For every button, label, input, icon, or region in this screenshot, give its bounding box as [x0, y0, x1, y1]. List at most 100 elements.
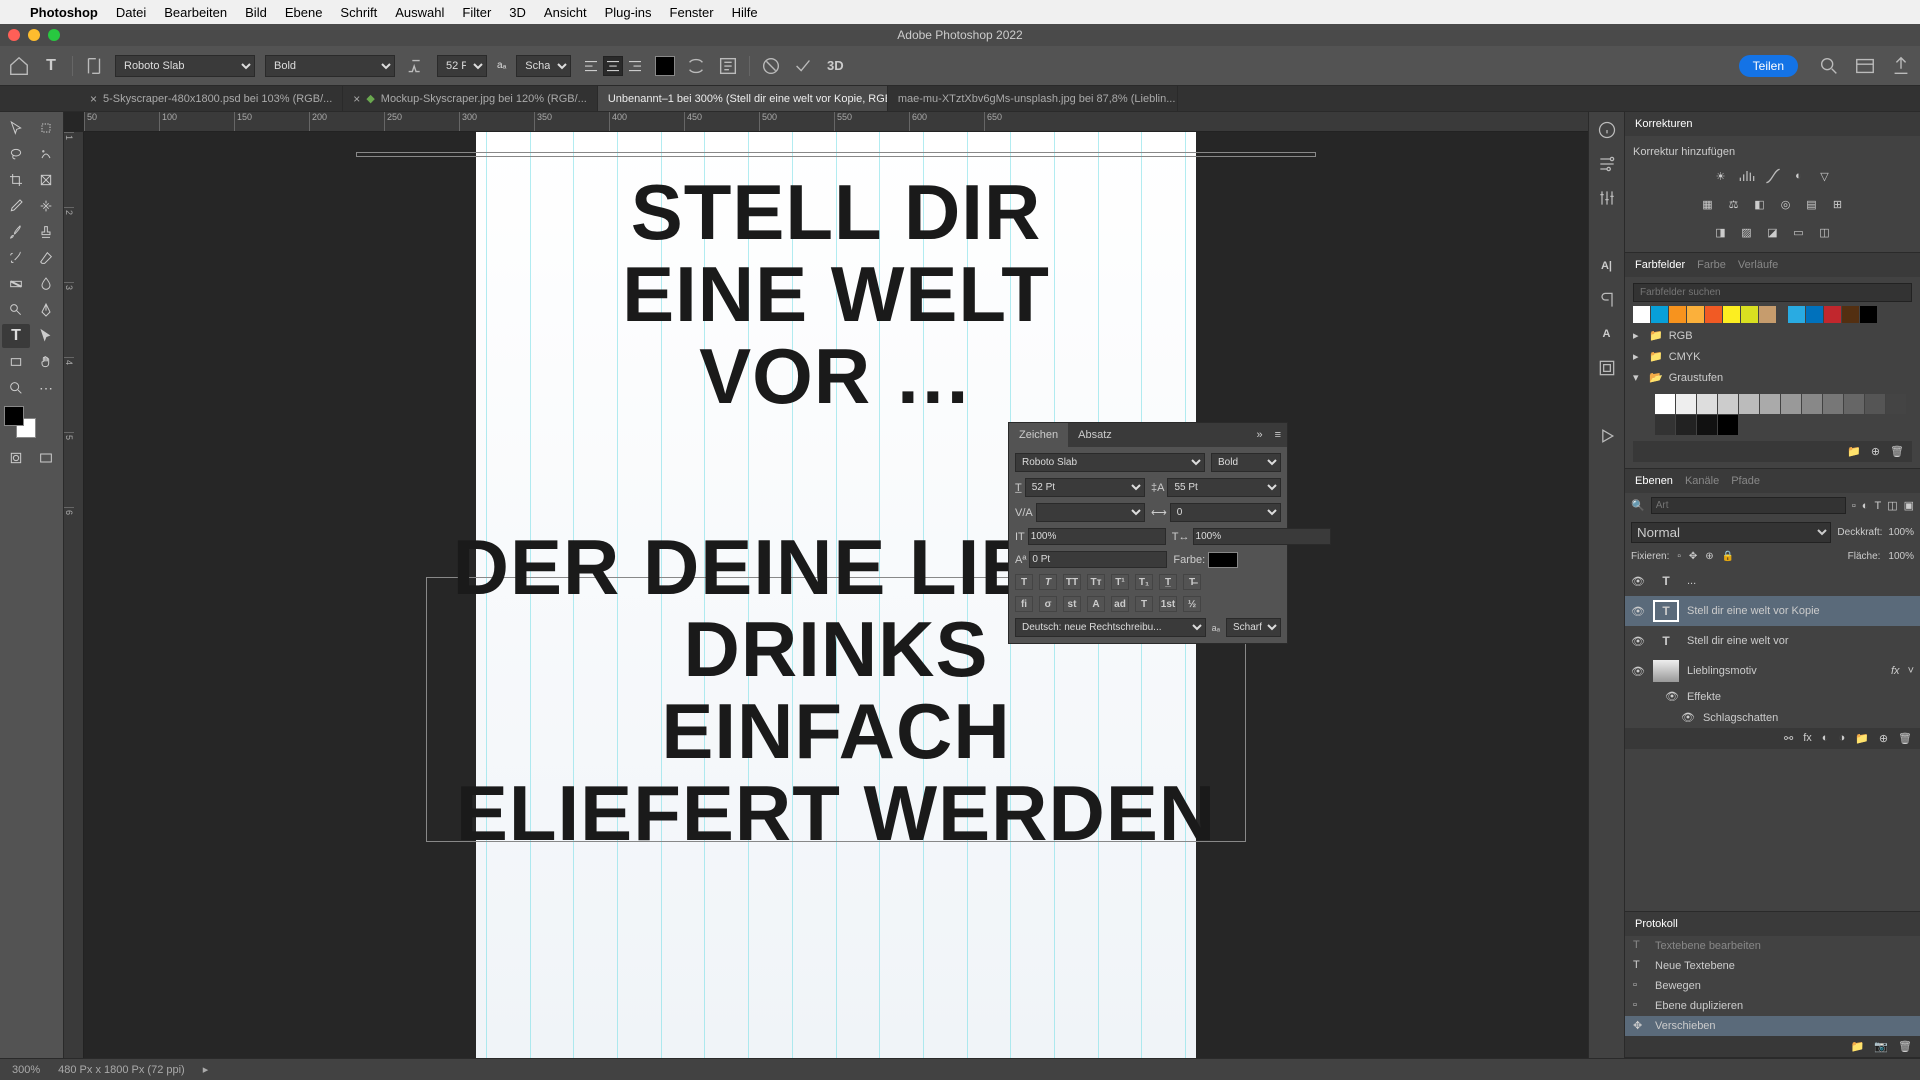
3d-icon[interactable]: 3D [824, 55, 846, 77]
align-left-button[interactable] [581, 56, 601, 76]
history-tab[interactable]: Protokoll [1635, 918, 1678, 930]
eye-icon[interactable]: 👁 [1631, 635, 1645, 648]
styles-panel-icon[interactable] [1597, 358, 1617, 378]
swatch[interactable] [1759, 306, 1776, 323]
swatch-new-icon[interactable]: ⊕ [1871, 445, 1880, 458]
color-tab[interactable]: Farbe [1697, 259, 1726, 271]
text-color-swatch[interactable] [655, 56, 675, 76]
swatch[interactable] [1739, 394, 1759, 414]
lookup-icon[interactable]: ⊞ [1828, 196, 1848, 212]
swatch[interactable] [1788, 306, 1805, 323]
layer-effect-row[interactable]: 👁Schlagschatten [1625, 707, 1920, 728]
character-panel-icon[interactable] [717, 55, 739, 77]
swatch[interactable] [1718, 394, 1738, 414]
ordinals-icon[interactable]: ad [1111, 596, 1129, 612]
filter-text-icon[interactable]: T [1874, 500, 1881, 512]
properties-panel-icon[interactable] [1597, 154, 1617, 174]
menu-bild[interactable]: Bild [245, 5, 267, 20]
invert-icon[interactable]: ◨ [1711, 224, 1731, 240]
smallcaps-icon[interactable]: Tᴛ [1087, 574, 1105, 590]
eye-icon[interactable]: 👁 [1681, 711, 1695, 724]
blend-mode-select[interactable]: Normal [1631, 522, 1831, 543]
swatch[interactable] [1823, 394, 1843, 414]
actions-panel-icon[interactable] [1597, 426, 1617, 446]
filter-smart-icon[interactable]: ▣ [1904, 499, 1914, 512]
char-weight-select[interactable]: Bold [1211, 453, 1281, 472]
swatch[interactable] [1802, 394, 1822, 414]
photo-filter-icon[interactable]: ◎ [1776, 196, 1796, 212]
history-camera-icon[interactable]: 📷 [1874, 1040, 1888, 1053]
home-icon[interactable] [8, 55, 30, 77]
history-item[interactable]: ▫Bewegen [1625, 976, 1920, 996]
swatch[interactable] [1741, 306, 1758, 323]
eye-icon[interactable]: 👁 [1631, 575, 1645, 588]
swatch[interactable] [1669, 306, 1686, 323]
subscript-icon[interactable]: T₁ [1135, 574, 1153, 590]
swatch[interactable] [1655, 415, 1675, 435]
char-tracking-select[interactable]: 0 [1170, 503, 1281, 522]
close-tab-icon[interactable]: × [353, 92, 360, 106]
share-cloud-icon[interactable] [1890, 55, 1912, 77]
close-window-button[interactable] [8, 29, 20, 41]
zoom-level[interactable]: 300% [12, 1064, 40, 1076]
lasso-tool[interactable] [2, 142, 30, 166]
swatch[interactable] [1824, 306, 1841, 323]
filter-pixel-icon[interactable]: ▫ [1852, 500, 1856, 512]
adjustments-panel-icon[interactable] [1597, 188, 1617, 208]
group-icon[interactable]: 📁 [1855, 732, 1869, 745]
info-panel-icon[interactable] [1597, 120, 1617, 140]
app-name[interactable]: Photoshop [30, 5, 98, 20]
swatch-folder-cmyk[interactable]: ▸📁CMYK [1633, 348, 1912, 365]
move-tool[interactable] [2, 116, 30, 140]
warp-text-icon[interactable] [685, 55, 707, 77]
levels-icon[interactable] [1737, 168, 1757, 184]
char-color-swatch[interactable] [1208, 552, 1238, 568]
font-family-select[interactable]: Roboto Slab [115, 55, 255, 77]
align-center-button[interactable] [603, 56, 623, 76]
layer-row[interactable]: 👁TStell dir eine welt vor Kopie [1625, 596, 1920, 626]
hand-tool[interactable] [32, 350, 60, 374]
swatch[interactable] [1718, 415, 1738, 435]
eye-icon[interactable]: 👁 [1665, 690, 1679, 703]
swatch[interactable] [1676, 394, 1696, 414]
layers-tab[interactable]: Ebenen [1635, 475, 1673, 487]
menu-3d[interactable]: 3D [509, 5, 526, 20]
channels-tab[interactable]: Kanäle [1685, 475, 1719, 487]
swatch[interactable] [1687, 306, 1704, 323]
eye-icon[interactable]: 👁 [1631, 665, 1645, 678]
char-baseline-input[interactable] [1029, 551, 1167, 568]
doc-tab-0[interactable]: ×5-Skyscraper-480x1800.psd bei 103% (RGB… [80, 86, 343, 111]
menu-schrift[interactable]: Schrift [340, 5, 377, 20]
lock-artboard-icon[interactable]: ⊕ [1705, 551, 1713, 562]
glyphs-panel-icon[interactable]: A [1597, 324, 1617, 344]
font-weight-select[interactable]: Bold [265, 55, 395, 77]
swatch-folder-rgb[interactable]: ▸📁RGB [1633, 327, 1912, 344]
swatch[interactable] [1860, 306, 1877, 323]
char-size-select[interactable]: 52 Pt [1025, 478, 1145, 497]
char-language-select[interactable]: Deutsch: neue Rechtschreibu... [1015, 618, 1206, 637]
more-tools[interactable]: ⋯ [32, 376, 60, 400]
mask-icon[interactable]: ◐ [1822, 732, 1829, 745]
mixer-icon[interactable]: ▤ [1802, 196, 1822, 212]
rectangle-tool[interactable] [2, 350, 30, 374]
swatch[interactable] [1723, 306, 1740, 323]
italic-icon[interactable]: T [1039, 574, 1057, 590]
panel-collapse-icon[interactable]: » [1250, 423, 1268, 447]
filter-search-icon[interactable]: 🔍 [1631, 499, 1645, 512]
link-icon[interactable]: ⚯ [1784, 732, 1793, 745]
exposure-icon[interactable]: ◐ [1789, 168, 1809, 184]
char-vscale-input[interactable] [1028, 528, 1166, 545]
swatch-folder-gray[interactable]: ▾📂Graustufen [1633, 369, 1912, 386]
bw-icon[interactable]: ◧ [1750, 196, 1770, 212]
swatch[interactable] [1806, 306, 1823, 323]
ruler-vertical[interactable]: 123456 [64, 132, 84, 1058]
gradients-tab[interactable]: Verläufe [1738, 259, 1778, 271]
swatch[interactable] [1705, 306, 1722, 323]
history-trash-icon[interactable]: 🗑 [1898, 1040, 1912, 1053]
ruler-horizontal[interactable]: 50100150200250300350400450500550600650 [84, 112, 1588, 132]
quick-select-tool[interactable] [32, 142, 60, 166]
brush-tool[interactable] [2, 220, 30, 244]
history-brush-tool[interactable] [2, 246, 30, 270]
swatch[interactable] [1633, 306, 1650, 323]
char-kerning-select[interactable] [1036, 503, 1145, 522]
